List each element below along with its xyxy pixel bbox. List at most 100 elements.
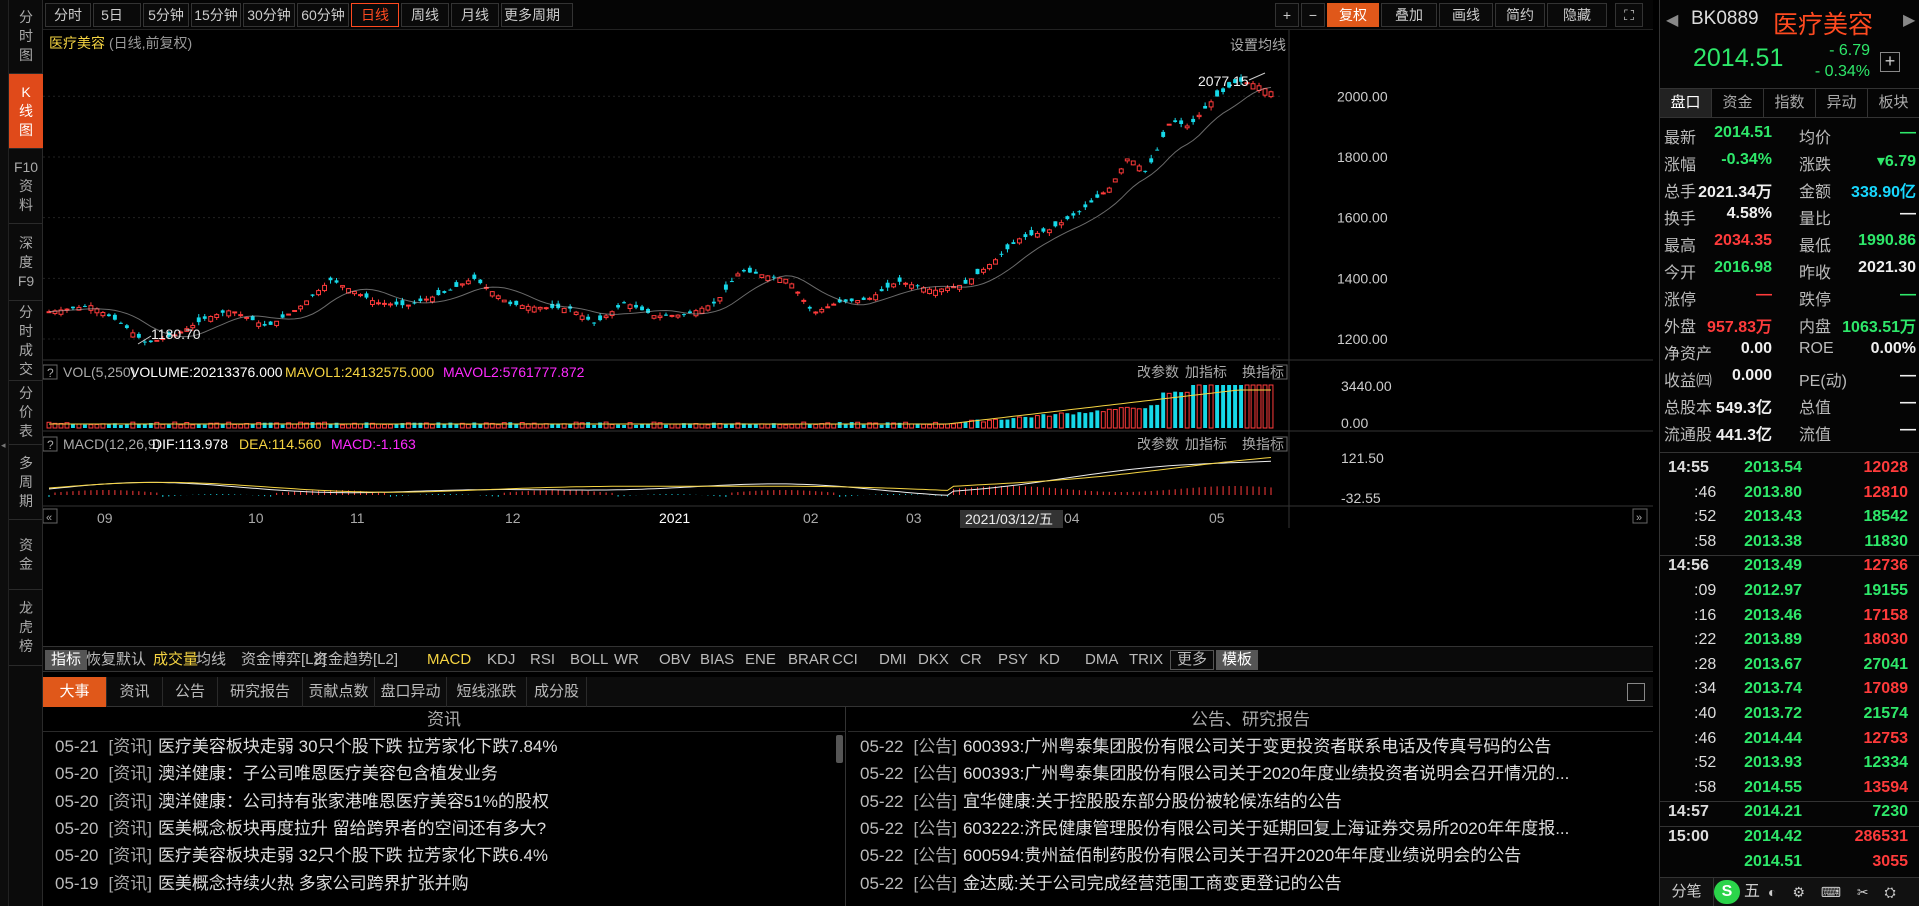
vtab-6[interactable]: 多周期 <box>9 445 43 520</box>
indicator-18[interactable]: CR <box>960 650 982 670</box>
news-scrollbar[interactable] <box>836 735 843 763</box>
quote-tab-3[interactable]: 异动 <box>1816 89 1868 117</box>
news-item[interactable]: 05-20 [资讯] 澳洋健康：公司持有张家港唯恩医疗美容51%的股权 <box>55 788 835 815</box>
toolbar-btn-5[interactable]: 简约 <box>1495 3 1545 27</box>
indicator-23[interactable]: 更多 <box>1170 650 1215 670</box>
indicator-24[interactable]: 模板 <box>1216 650 1259 670</box>
period-0[interactable]: 分时 <box>45 3 91 27</box>
news-item[interactable]: 05-20 [资讯] 医疗美容板块走弱 32只个股下跌 拉芳家化下跌6.4% <box>55 842 835 869</box>
news-tab-5[interactable]: 盘口异动 <box>375 677 447 707</box>
candle-body <box>849 298 854 302</box>
period-9[interactable]: 更多周期 <box>501 3 573 27</box>
vol-action[interactable]: 改参数 <box>1137 364 1179 380</box>
quote-tab-4[interactable]: 板块 <box>1868 89 1919 117</box>
volume-bar <box>699 423 705 429</box>
kline-chart-area[interactable]: 医疗美容 (日线,前复权) 设置均线 2000.00 1800.00 1600.00 140… <box>43 30 1653 630</box>
vtab-8[interactable]: 龙虎榜 <box>9 590 43 666</box>
fullscreen-icon[interactable]: ⛶ <box>1615 3 1643 27</box>
tab-five[interactable]: 五 <box>1744 878 1760 906</box>
tick-price: 2013.46 <box>1744 606 1802 624</box>
period-6[interactable]: 日线 <box>351 3 399 27</box>
toolbar-btn-3[interactable]: 叠加 <box>1381 3 1437 27</box>
period-4[interactable]: 30分钟 <box>243 3 295 27</box>
indicator-22[interactable]: TRIX <box>1129 650 1163 670</box>
toolbar-btn-0[interactable]: + <box>1275 3 1299 27</box>
vtab-7[interactable]: 资金 <box>9 520 43 590</box>
period-3[interactable]: 15分钟 <box>191 3 241 27</box>
indicator-12[interactable]: BIAS <box>700 650 734 670</box>
expand-arrow-icon[interactable]: ◂ <box>1 440 6 451</box>
ma-setting[interactable]: 设置均线 <box>1230 37 1286 53</box>
news-tab-7[interactable]: 成分股 <box>527 677 587 707</box>
news-tab-2[interactable]: 公告 <box>163 677 218 707</box>
news-tab-6[interactable]: 短线涨跌 <box>447 677 527 707</box>
macd-action[interactable]: 加指标 <box>1185 436 1227 452</box>
indicator-21[interactable]: DMA <box>1085 650 1118 670</box>
news-tab-1[interactable]: 资讯 <box>107 677 163 707</box>
left-edge-strip: ◂ <box>0 0 9 906</box>
vtab-0[interactable]: 分时图 <box>9 0 43 74</box>
news-date: 05-22 <box>860 737 904 756</box>
quote-tab-1[interactable]: 资金 <box>1712 89 1764 117</box>
vtab-3[interactable]: 深度 F9 <box>9 224 43 301</box>
news-item[interactable]: 05-22 [公告] 603222:济民健康管理股份有限公司关于延期回复上海证券交易… <box>860 815 1650 842</box>
indicator-9[interactable]: BOLL <box>570 650 608 670</box>
indicator-10[interactable]: WR <box>614 650 639 670</box>
add-watchlist-button[interactable]: + <box>1880 52 1900 72</box>
indicator-14[interactable]: BRAR <box>788 650 830 670</box>
news-item[interactable]: 05-22 [公告] 金达威:关于公司完成经营范围工商变更登记的公告 <box>860 870 1650 897</box>
indicator-17[interactable]: DKX <box>918 650 949 670</box>
indicator-19[interactable]: PSY <box>998 650 1028 670</box>
indicator-13[interactable]: ENE <box>745 650 776 670</box>
toolbar-btn-6[interactable]: 隐藏 <box>1547 3 1607 27</box>
indicator-8[interactable]: RSI <box>530 650 555 670</box>
news-item[interactable]: 05-21 [资讯] 医疗美容板块走弱 30只个股下跌 拉芳家化下跌7.84% <box>55 733 835 760</box>
panel-toggle-icon[interactable] <box>1627 683 1645 701</box>
vtab-2[interactable]: F10 资料 <box>9 149 43 224</box>
prev-arrow-icon[interactable]: ◀ <box>1666 10 1678 30</box>
indicator-7[interactable]: KDJ <box>487 650 515 670</box>
tab-fenbi[interactable]: 分笔 <box>1660 878 1714 906</box>
vtab-4[interactable]: 分时成交 <box>9 301 43 381</box>
news-item[interactable]: 05-19 [资讯] 医美概念持续火热 多家公司跨界扩张并购 <box>55 870 835 897</box>
indicator-20[interactable]: KD <box>1039 650 1060 670</box>
period-2[interactable]: 5分钟 <box>143 3 189 27</box>
period-7[interactable]: 周线 <box>401 3 449 27</box>
candle-body <box>999 253 1004 255</box>
period-8[interactable]: 月线 <box>451 3 499 27</box>
macd-action[interactable]: 换指标 <box>1242 436 1284 452</box>
toolbar-btn-1[interactable]: − <box>1301 3 1325 27</box>
period-1[interactable]: 5日 <box>93 3 141 27</box>
news-item[interactable]: 05-22 [公告] 600393:广州粤泰集团股份有限公司关于变更投资者联系电话及… <box>860 733 1650 760</box>
toolbar-btn-4[interactable]: 画线 <box>1439 3 1493 27</box>
news-item[interactable]: 05-22 [公告] 宜华健康:关于控股股东部分股份被轮候冻结的公告 <box>860 788 1650 815</box>
indicator-11[interactable]: OBV <box>659 650 691 670</box>
quote-tab-0[interactable]: 盘口 <box>1660 89 1712 117</box>
news-tab-3[interactable]: 研究报告 <box>218 677 303 707</box>
indicator-6[interactable]: MACD <box>427 650 471 670</box>
vtab-1[interactable]: K线图 <box>9 74 43 149</box>
indicator-1[interactable]: 恢复默认 <box>86 650 146 670</box>
news-item[interactable]: 05-20 [资讯] 医美概念板块再度拉升 留给跨界者的空间还有多大? <box>55 815 835 842</box>
news-item[interactable]: 05-22 [公告] 600393:广州粤泰集团股份有限公司关于2020年度业绩投资… <box>860 760 1650 787</box>
indicator-0[interactable]: 指标 <box>45 650 88 670</box>
period-5[interactable]: 60分钟 <box>297 3 349 27</box>
news-item[interactable]: 05-20 [资讯] 澳洋健康：子公司唯恩医疗美容包含植发业务 <box>55 760 835 787</box>
news-tab-0[interactable]: 大事 <box>43 677 107 707</box>
indicator-16[interactable]: DMI <box>879 650 907 670</box>
indicator-15[interactable]: CCI <box>832 650 858 670</box>
tick-row: 2014.51 3055 <box>1660 853 1919 875</box>
next-arrow-icon[interactable]: ▶ <box>1903 10 1915 30</box>
indicator-5[interactable]: 资金趋势[L2] <box>313 650 398 670</box>
macd-action[interactable]: 改参数 <box>1137 436 1179 452</box>
indicator-2[interactable]: 成交量 <box>153 650 198 670</box>
vol-action[interactable]: 换指标 <box>1242 364 1284 380</box>
indicator-3[interactable]: 均线 <box>196 650 226 670</box>
news-item[interactable]: 05-22 [公告] 600594:贵州益佰制药股份有限公司关于召开2020年年度业… <box>860 842 1650 869</box>
quote-tab-2[interactable]: 指数 <box>1764 89 1816 117</box>
quote-label: 总值 <box>1799 400 1832 417</box>
vol-action[interactable]: 加指标 <box>1185 364 1227 380</box>
vtab-5[interactable]: 分价表 <box>9 381 43 445</box>
news-tab-4[interactable]: 贡献点数 <box>303 677 375 707</box>
toolbar-btn-2[interactable]: 复权 <box>1327 3 1379 27</box>
